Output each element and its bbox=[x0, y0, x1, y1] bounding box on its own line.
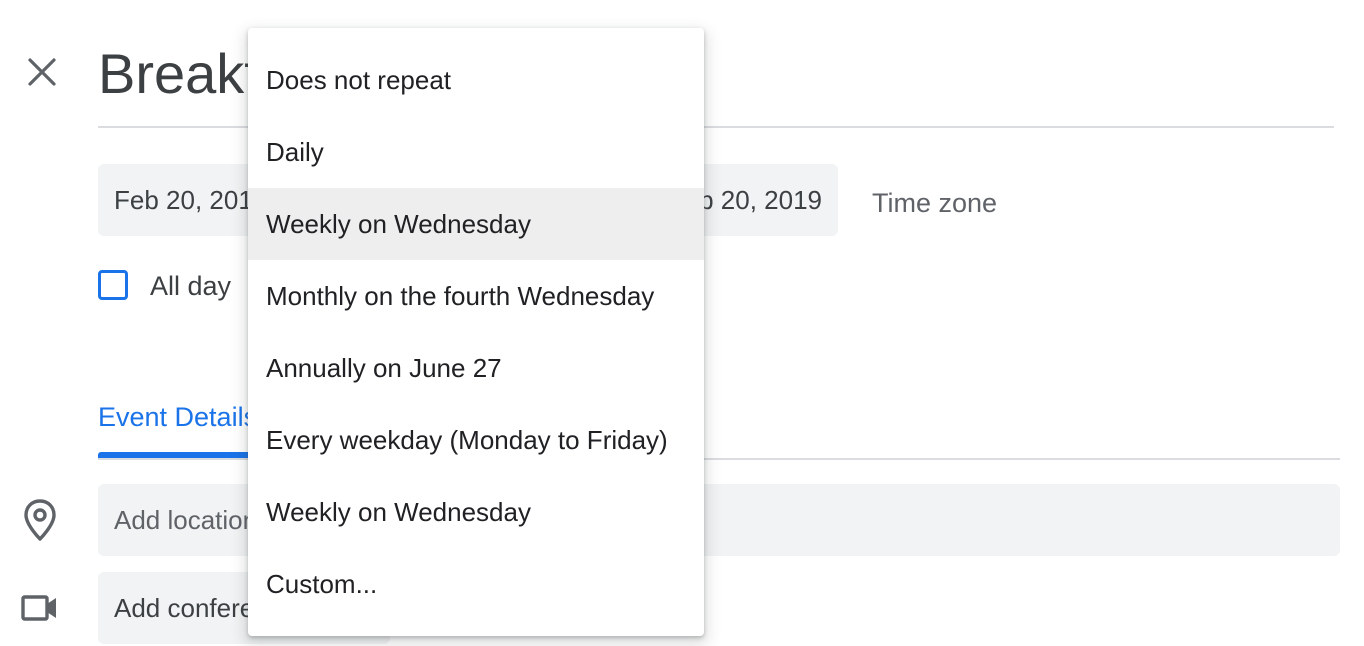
menu-item-weekly[interactable]: Weekly on Wednesday bbox=[248, 188, 704, 260]
video-camera-icon bbox=[21, 595, 56, 621]
timezone-button[interactable]: Time zone bbox=[872, 164, 997, 242]
menu-item-weekly-alt[interactable]: Weekly on Wednesday bbox=[248, 476, 704, 548]
all-day-checkbox[interactable] bbox=[98, 270, 128, 300]
tab-event-details[interactable]: Event Details bbox=[98, 398, 257, 436]
menu-item-does-not-repeat[interactable]: Does not repeat bbox=[248, 44, 704, 116]
menu-item-daily[interactable]: Daily bbox=[248, 116, 704, 188]
close-button[interactable] bbox=[18, 48, 66, 96]
menu-item-custom[interactable]: Custom... bbox=[248, 548, 704, 620]
menu-item-annually[interactable]: Annually on June 27 bbox=[248, 332, 704, 404]
event-edit-page: Breakfast Feb 20, 2019 Feb 20, 2019 Time… bbox=[0, 0, 1364, 646]
location-pin-icon bbox=[24, 499, 56, 541]
all-day-label: All day bbox=[150, 271, 232, 301]
close-icon bbox=[28, 58, 56, 86]
menu-item-every-weekday[interactable]: Every weekday (Monday to Friday) bbox=[248, 404, 704, 476]
repeat-dropdown-menu: Does not repeat Daily Weekly on Wednesda… bbox=[248, 28, 704, 636]
menu-item-monthly[interactable]: Monthly on the fourth Wednesday bbox=[248, 260, 704, 332]
